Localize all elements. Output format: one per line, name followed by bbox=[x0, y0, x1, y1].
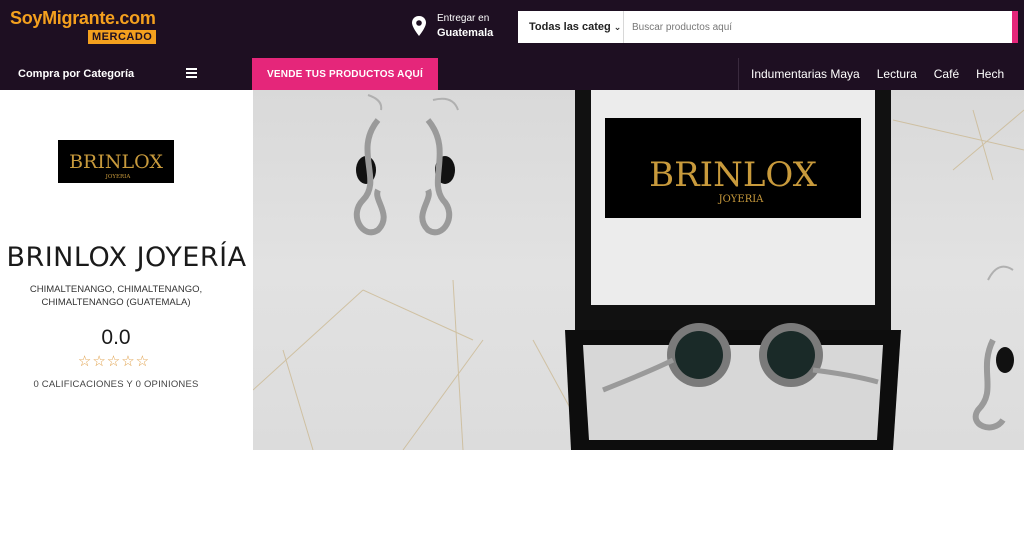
deliver-label: Entregar en bbox=[437, 13, 490, 24]
store-logo-text: BRINLOX bbox=[69, 151, 163, 173]
chevron-down-icon: ⌄ bbox=[613, 21, 622, 32]
store-location-line1: CHIMALTENANGO, CHIMALTENANGO, bbox=[29, 284, 203, 295]
box-logo-text: BRINLOX bbox=[649, 155, 818, 195]
nav-link-hecho[interactable]: Hech bbox=[976, 67, 1004, 81]
store-banner-image: BRINLOX JOYERIA bbox=[253, 90, 1024, 450]
store-location-line2: CHIMALTENANGO (GUATEMALA) bbox=[41, 297, 191, 308]
deliver-text: Entregar en Guatemala bbox=[437, 12, 493, 40]
map-pin-icon bbox=[411, 15, 427, 37]
store-rating: 0.0 bbox=[101, 326, 131, 349]
nav-link-lectura[interactable]: Lectura bbox=[877, 67, 917, 81]
sell-products-button[interactable]: VENDE TUS PRODUCTOS AQUÍ bbox=[252, 58, 438, 90]
top-header: SoyMigrante.com MERCADO Entregar en Guat… bbox=[0, 0, 1024, 58]
site-logo[interactable]: SoyMigrante.com MERCADO bbox=[10, 8, 157, 44]
star-outline-icon: ☆☆☆☆☆ bbox=[77, 353, 151, 370]
category-menu-label: Compra por Categoría bbox=[18, 68, 135, 80]
site-logo-badge: MERCADO bbox=[88, 30, 157, 44]
search-category-label: Todas las categ bbox=[529, 21, 611, 33]
search-button[interactable] bbox=[1012, 11, 1018, 43]
earring-right-image bbox=[972, 265, 1014, 431]
earrings-image bbox=[353, 94, 459, 236]
search-bar: Todas las categ ⌄ bbox=[518, 11, 1018, 43]
deliver-city: Guatemala bbox=[437, 27, 494, 39]
deliver-location[interactable]: Entregar en Guatemala bbox=[411, 12, 493, 40]
nav-links: Indumentarias Maya Lectura Café Hech bbox=[738, 58, 1021, 90]
category-navbar: Compra por Categoría VENDE TUS PRODUCTOS… bbox=[0, 58, 1024, 90]
reviews-count: 0 CALIFICACIONES Y 0 OPINIONES bbox=[33, 379, 199, 390]
nav-link-indumentarias[interactable]: Indumentarias Maya bbox=[751, 67, 860, 81]
store-name: BRINLOX JOYERÍA bbox=[6, 242, 247, 273]
store-logo-subtext: JOYERIA bbox=[105, 174, 132, 180]
nav-link-cafe[interactable]: Café bbox=[934, 67, 959, 81]
hamburger-icon[interactable] bbox=[186, 68, 197, 78]
store-location: CHIMALTENANGO, CHIMALTENANGO, CHIMALTENA… bbox=[0, 283, 232, 309]
store-logo: BRINLOX JOYERIA bbox=[58, 140, 174, 183]
jewelry-box-image: BRINLOX JOYERIA bbox=[565, 90, 901, 450]
search-category-select[interactable]: Todas las categ ⌄ bbox=[518, 11, 624, 43]
box-logo-subtext: JOYERIA bbox=[718, 194, 765, 205]
store-info-panel: BRINLOX JOYERIA BRINLOX JOYERÍA CHIMALTE… bbox=[0, 90, 253, 450]
search-input[interactable] bbox=[624, 11, 1012, 43]
site-logo-text: SoyMigrante.com bbox=[10, 8, 156, 28]
